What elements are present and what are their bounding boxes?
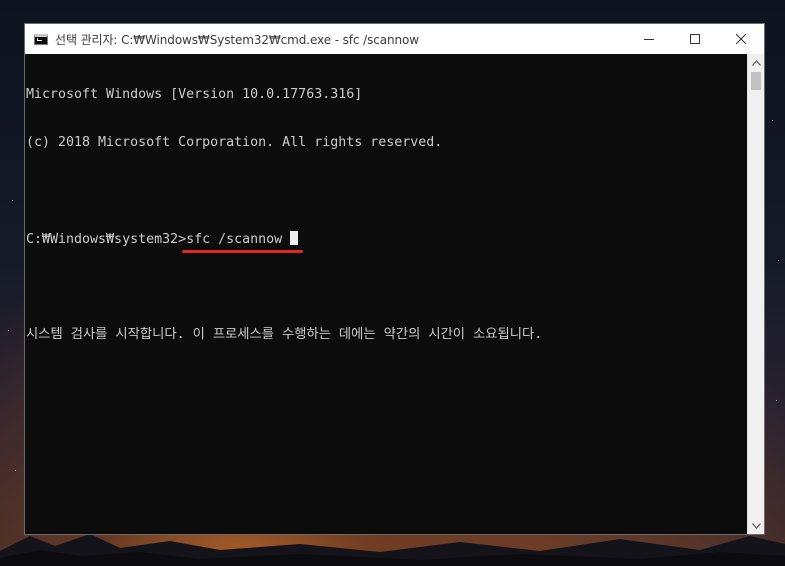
window-title: 선택 관리자: C:₩Windows₩System32₩cmd.exe - sf… [55,32,419,47]
console-line-version: Microsoft Windows [Version 10.0.17763.31… [26,87,363,102]
window-controls [626,24,764,54]
scroll-down-button[interactable] [748,517,764,534]
console-line-copyright: (c) 2018 Microsoft Corporation. All righ… [26,135,443,150]
console-command: sfc /scannow [186,232,291,247]
text-cursor [290,231,299,245]
vertical-scrollbar[interactable] [747,54,764,534]
chevron-down-icon [751,522,761,529]
scroll-up-button[interactable] [748,54,764,71]
maximize-icon [690,34,700,44]
close-button[interactable] [718,24,764,54]
console-line-blank-2 [26,279,747,295]
prompt-line: C:₩Windows₩system32>sfc /scannow [26,231,747,253]
minimize-icon [644,39,654,40]
title-bar[interactable]: 선택 관리자: C:₩Windows₩System32₩cmd.exe - sf… [25,24,764,54]
chevron-up-icon [751,59,761,66]
cmd-icon [34,33,48,45]
minimize-button[interactable] [626,24,672,54]
scroll-thumb[interactable] [751,72,761,90]
cmd-window: 선택 관리자: C:₩Windows₩System32₩cmd.exe - sf… [24,23,765,535]
command-highlight-underline [182,250,303,253]
maximize-button[interactable] [672,24,718,54]
console-output[interactable]: Microsoft Windows [Version 10.0.17763.31… [25,54,747,534]
close-icon [736,34,746,44]
console-prompt: C:₩Windows₩system32> [26,232,187,247]
console-line-sfc-output: 시스템 검사를 시작합니다. 이 프로세스를 수행하는 데에는 약간의 시간이 … [26,327,543,342]
